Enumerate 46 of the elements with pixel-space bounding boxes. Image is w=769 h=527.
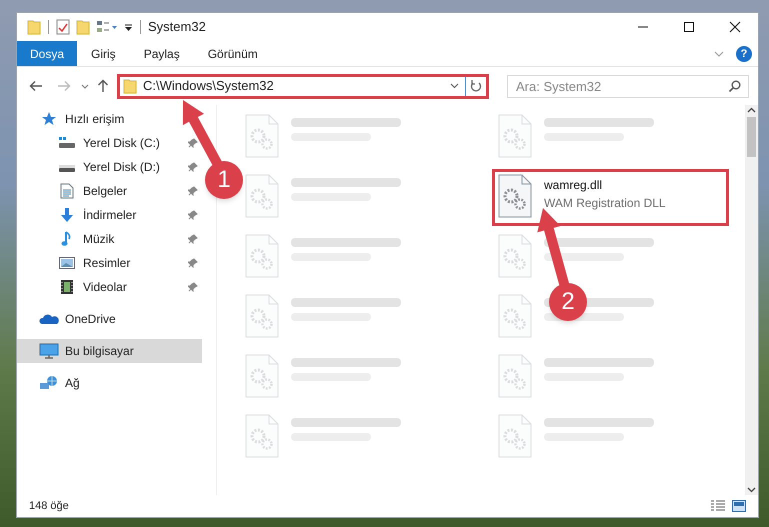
sidebar-item[interactable]: Hızlı erişim [17, 107, 134, 131]
sidebar-item[interactable]: Bu bilgisayar [17, 339, 202, 363]
scroll-down-icon[interactable] [747, 487, 756, 493]
sidebar-item[interactable]: Ağ [17, 371, 90, 395]
file-item[interactable]: wamreg.dll WAM Registration DLL [492, 169, 729, 226]
item-count: 148 öğe [29, 498, 69, 514]
picture-icon [57, 256, 77, 270]
ribbon-tab[interactable]: Giriş [77, 41, 130, 66]
folder-icon [123, 78, 137, 94]
ribbon-tab[interactable]: Paylaş [130, 41, 194, 66]
recent-locations-icon[interactable] [81, 84, 89, 88]
sidebar-item[interactable]: Videolar [17, 275, 202, 299]
file-type: WAM Registration DLL [544, 195, 666, 212]
help-button[interactable]: ? [736, 46, 752, 62]
dll-file-icon [498, 174, 532, 218]
network-icon [39, 375, 59, 391]
properties-icon[interactable] [56, 19, 70, 35]
sidebar-item[interactable]: Yerel Disk (D:) [17, 155, 202, 179]
sidebar-item[interactable]: Resimler [17, 251, 202, 275]
customize-toolbar-icon[interactable] [124, 22, 133, 32]
scroll-thumb[interactable] [747, 117, 756, 157]
folder-icon [27, 19, 41, 35]
drive-icon [57, 136, 77, 150]
details-view-icon[interactable] [710, 500, 726, 512]
scroll-up-icon[interactable] [747, 107, 756, 113]
sidebar-item[interactable]: Belgeler [17, 179, 202, 203]
up-icon[interactable] [97, 79, 109, 93]
search-icon [728, 80, 741, 92]
window-title: System32 [148, 18, 206, 36]
expand-ribbon-icon[interactable] [714, 50, 724, 56]
sidebar-item[interactable]: Müzik [17, 227, 202, 251]
monitor-icon [39, 343, 59, 359]
back-icon[interactable] [29, 80, 43, 92]
sidebar-item[interactable]: Yerel Disk (C:) [17, 131, 202, 155]
ribbon-tab[interactable]: Dosya [17, 41, 78, 66]
sidebar-item[interactable]: OneDrive [17, 307, 126, 331]
file-name: wamreg.dll [544, 177, 604, 194]
sidebar-item[interactable]: İndirmeler [17, 203, 202, 227]
scrollbar[interactable] [745, 105, 758, 495]
dropdown-icon[interactable] [450, 83, 459, 89]
view-options-icon[interactable] [96, 20, 118, 34]
address-bar[interactable]: C:\Windows\System32 [117, 74, 489, 98]
cloud-icon [39, 313, 59, 325]
ribbon-tab[interactable]: Görünüm [194, 41, 272, 66]
large-icons-view-icon[interactable] [732, 500, 746, 512]
search-field[interactable]: Ara: System32 [507, 74, 749, 98]
